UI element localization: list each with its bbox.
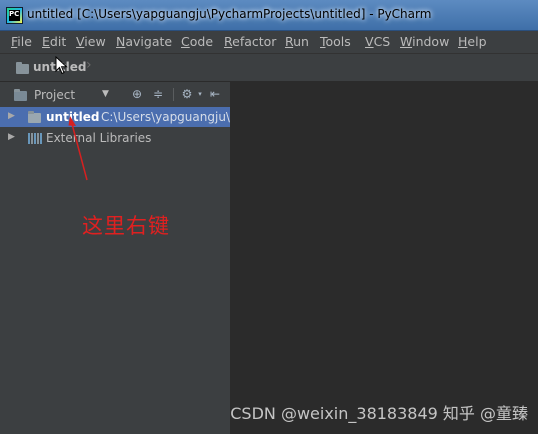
- project-root-folder-icon: [28, 111, 41, 123]
- gear-icon[interactable]: ⚙: [180, 87, 194, 101]
- menu-help[interactable]: Help: [458, 34, 487, 49]
- gear-dropdown-icon[interactable]: ▾: [193, 87, 207, 101]
- menu-code[interactable]: Code: [181, 34, 213, 49]
- menu-file[interactable]: File: [11, 34, 32, 49]
- mouse-cursor-icon: [55, 56, 68, 75]
- collapse-all-icon[interactable]: ≑: [151, 87, 165, 101]
- menu-run[interactable]: Run: [285, 34, 309, 49]
- project-view-selector[interactable]: Project: [34, 88, 75, 102]
- menu-view[interactable]: View: [76, 34, 106, 49]
- tree-row-external-libraries[interactable]: ▶ External Libraries: [0, 128, 230, 148]
- watermark-text: CSDN @weixin_38183849 知乎 @童臻: [230, 404, 528, 423]
- menu-window[interactable]: Window: [400, 34, 449, 49]
- project-tool-window: Project ▼ ⊕ ≑ ⚙ ▾ ⇤ ▶ untitled C:\Users\…: [0, 82, 231, 434]
- annotation-text: 这里右键: [82, 214, 170, 238]
- pycharm-window: PC untitled [C:\Users\yapguangju\Pycharm…: [0, 0, 538, 434]
- menu-bar: File Edit View Navigate Code Refactor Ru…: [0, 31, 538, 54]
- folder-icon: [16, 62, 29, 74]
- menu-edit[interactable]: Edit: [42, 34, 66, 49]
- navigation-bar: untitled ›: [0, 54, 538, 82]
- menu-navigate[interactable]: Navigate: [116, 34, 172, 49]
- annotation-arrow-icon: [68, 116, 88, 181]
- project-folder-icon: [14, 89, 27, 101]
- title-bar: PC untitled [C:\Users\yapguangju\Pycharm…: [0, 0, 538, 31]
- menu-vcs[interactable]: VCS: [365, 34, 390, 49]
- chevron-right-icon: ›: [86, 57, 92, 73]
- expand-arrow-icon[interactable]: ▶: [8, 132, 15, 142]
- tree-row-untitled[interactable]: ▶ untitled C:\Users\yapguangju\: [0, 107, 230, 127]
- hide-panel-icon[interactable]: ⇤: [208, 87, 222, 101]
- pycharm-app-icon[interactable]: PC: [6, 7, 23, 24]
- locate-icon[interactable]: ⊕: [130, 87, 144, 101]
- library-icon: [28, 133, 42, 144]
- menu-tools[interactable]: Tools: [320, 34, 351, 49]
- project-root-path: C:\Users\yapguangju\: [101, 110, 230, 124]
- expand-arrow-icon[interactable]: ▶: [8, 111, 15, 121]
- menu-refactor[interactable]: Refactor: [224, 34, 276, 49]
- toolbar-separator: [173, 88, 174, 101]
- editor-area[interactable]: [231, 82, 538, 434]
- dropdown-arrow-icon[interactable]: ▼: [102, 89, 109, 99]
- project-panel-header: Project ▼ ⊕ ≑ ⚙ ▾ ⇤: [0, 82, 230, 108]
- window-title: untitled [C:\Users\yapguangju\PycharmPro…: [27, 7, 432, 21]
